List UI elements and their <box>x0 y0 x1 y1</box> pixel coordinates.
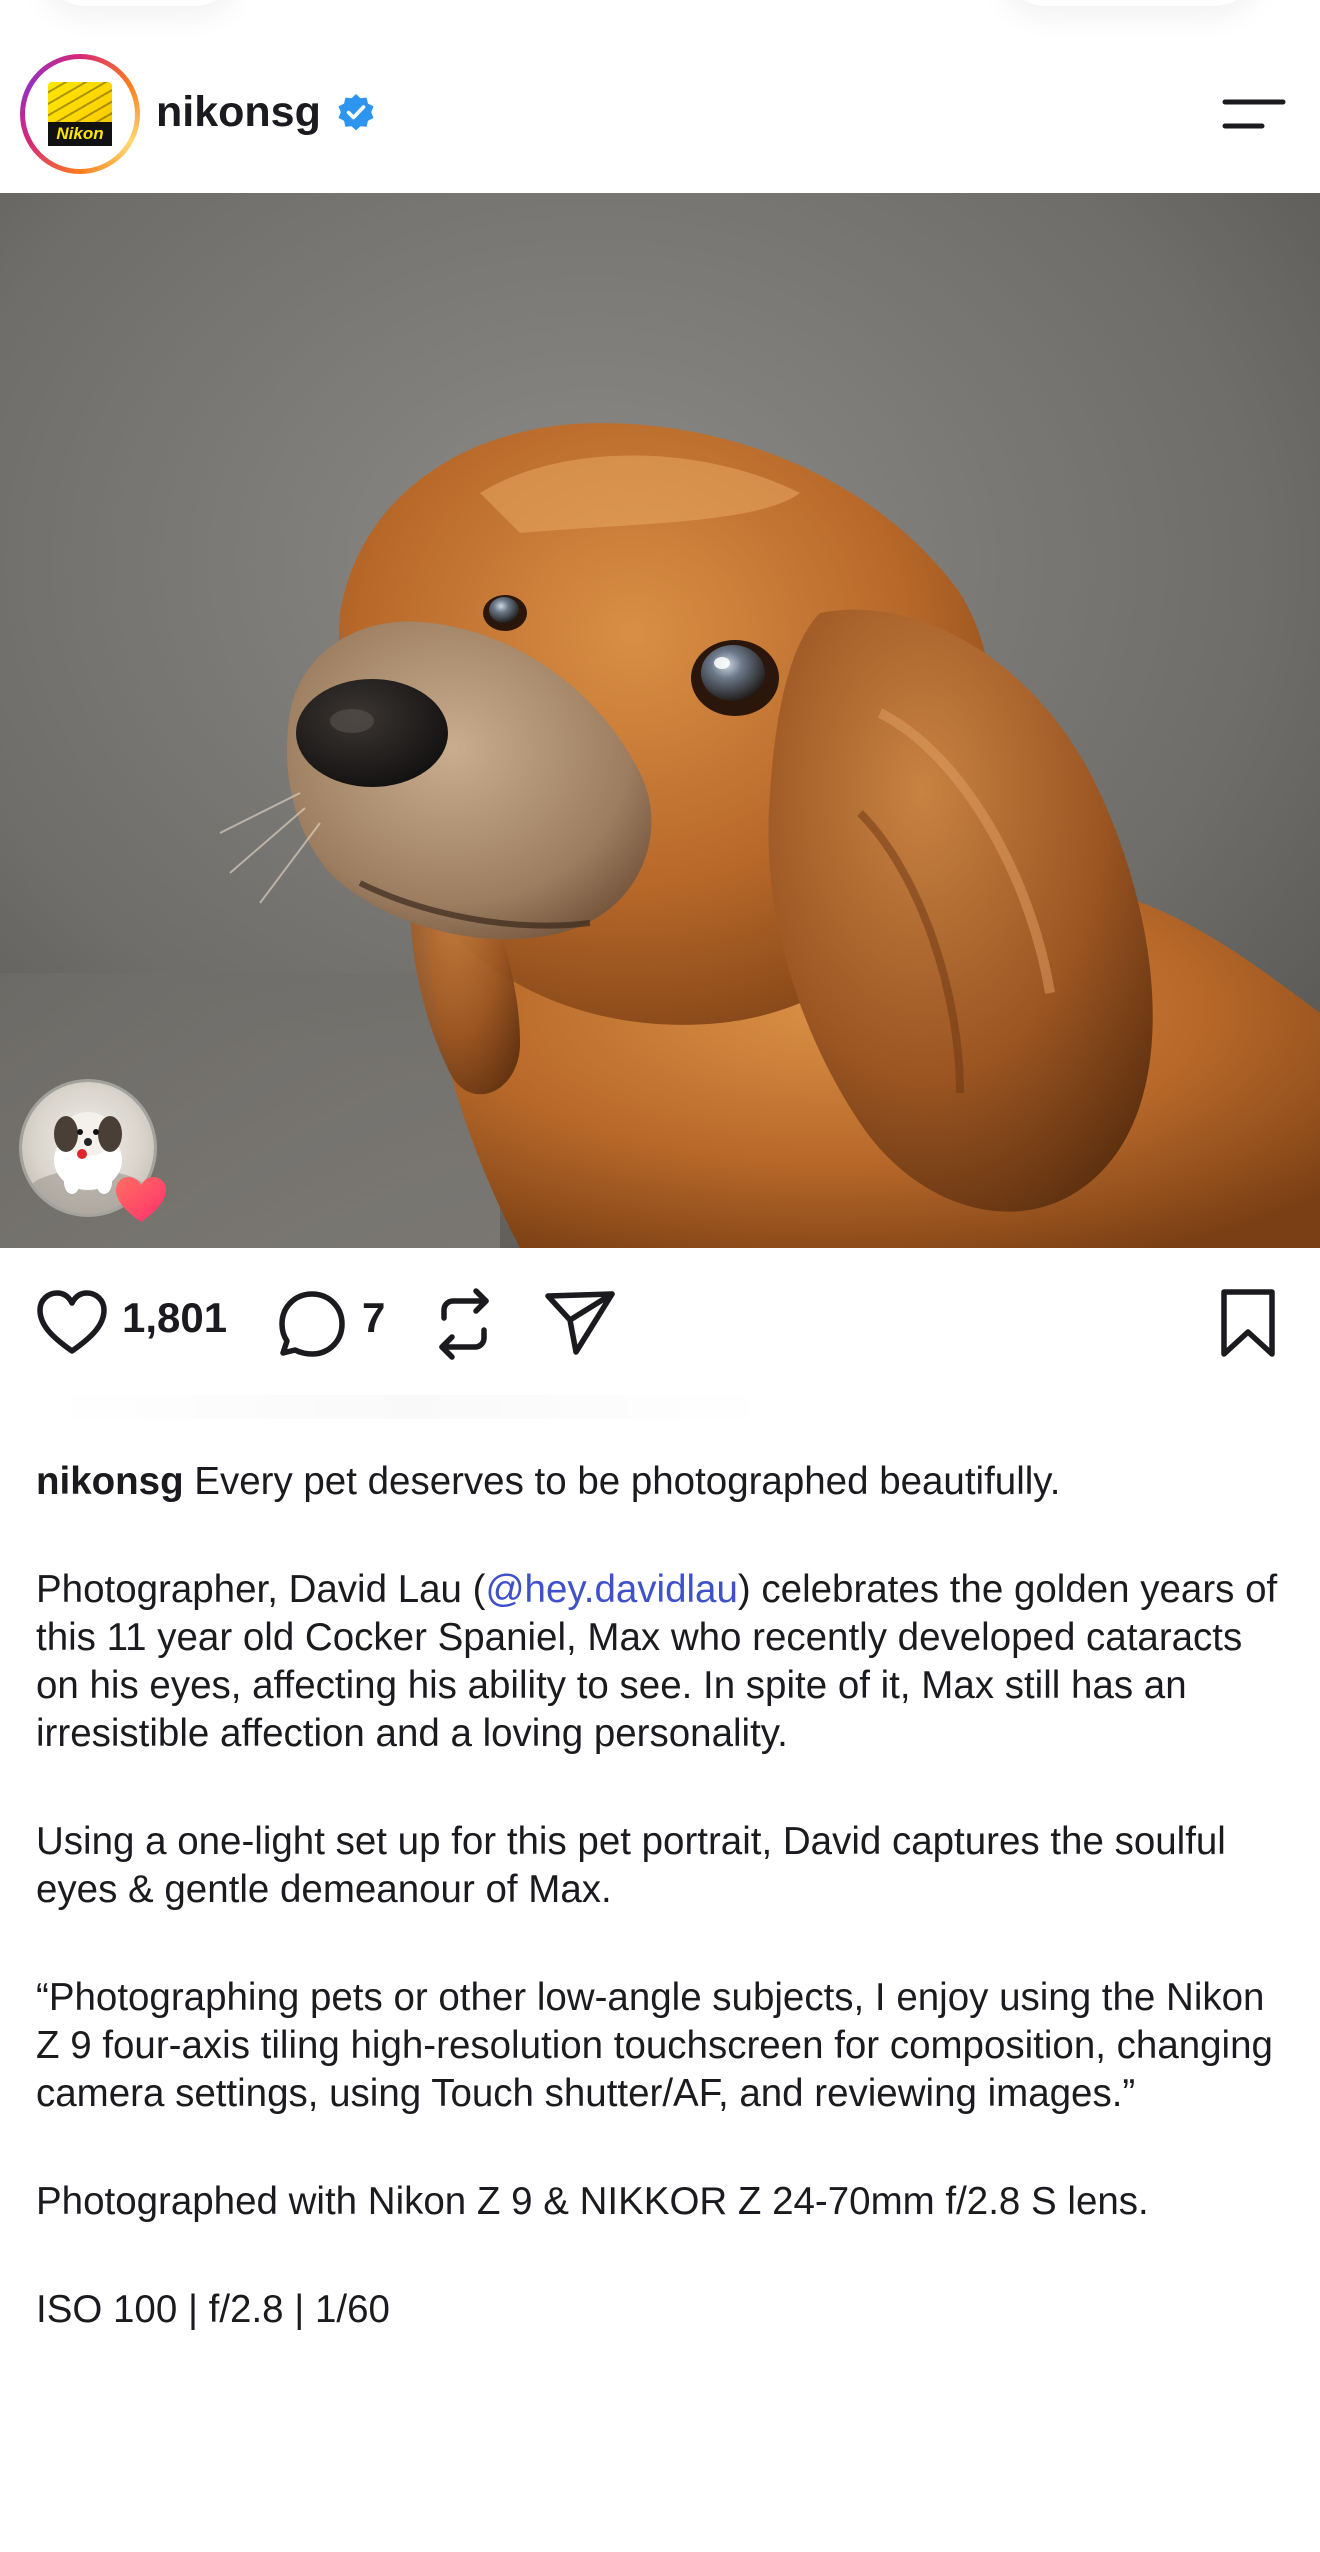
post-header: Nikon nikonsg <box>0 0 1320 193</box>
caption-line-1: Every pet deserves to be photographed be… <box>183 1460 1061 1503</box>
share-send-icon[interactable] <box>544 1290 616 1356</box>
divider-fade <box>40 1395 780 1419</box>
menu-icon[interactable] <box>1222 96 1286 132</box>
caption-author[interactable]: nikonsg <box>36 1460 184 1503</box>
profile-avatar[interactable]: Nikon <box>20 54 140 174</box>
caption-paragraph-6: ISO 100 | f/2.8 | 1/60 <box>36 2288 390 2331</box>
nikon-logo: Nikon <box>34 68 126 160</box>
mention-link[interactable]: @hey.davidlau <box>485 1568 737 1611</box>
caption-paragraph-4: “Photographing pets or other low-angle s… <box>36 1976 1273 2115</box>
header-shadow-left <box>40 0 240 6</box>
post-photo[interactable] <box>0 193 1320 1248</box>
comment-bubble-icon[interactable] <box>278 1290 346 1358</box>
logo-stripes <box>48 82 112 122</box>
caption-p2-before: Photographer, David Lau ( <box>36 1568 486 1611</box>
verified-badge-icon <box>338 94 374 131</box>
caption-paragraph-3: Using a one-light set up for this pet po… <box>36 1820 1226 1911</box>
post-caption: nikonsg Every pet deserves to be photogr… <box>36 1458 1286 2394</box>
logo-wordmark: Nikon <box>48 122 112 146</box>
bookmark-icon[interactable] <box>1218 1288 1278 1358</box>
header-shadow-right <box>1000 0 1260 6</box>
dog-portrait-image <box>0 193 1320 1248</box>
like-heart-icon[interactable] <box>36 1290 108 1356</box>
heart-badge-icon <box>116 1177 166 1222</box>
avatar-inner: Nikon <box>25 59 135 169</box>
caption-paragraph-2: Photographer, David Lau (@hey.davidlau) … <box>36 1566 1286 1758</box>
comment-count[interactable]: 7 <box>362 1290 385 1346</box>
profile-username[interactable]: nikonsg <box>156 82 321 142</box>
caption-paragraph-1: nikonsg Every pet deserves to be photogr… <box>36 1458 1286 1506</box>
like-count[interactable]: 1,801 <box>122 1290 227 1346</box>
caption-paragraph-5: Photographed with Nikon Z 9 & NIKKOR Z 2… <box>36 2180 1149 2223</box>
repost-icon[interactable] <box>430 1288 498 1360</box>
